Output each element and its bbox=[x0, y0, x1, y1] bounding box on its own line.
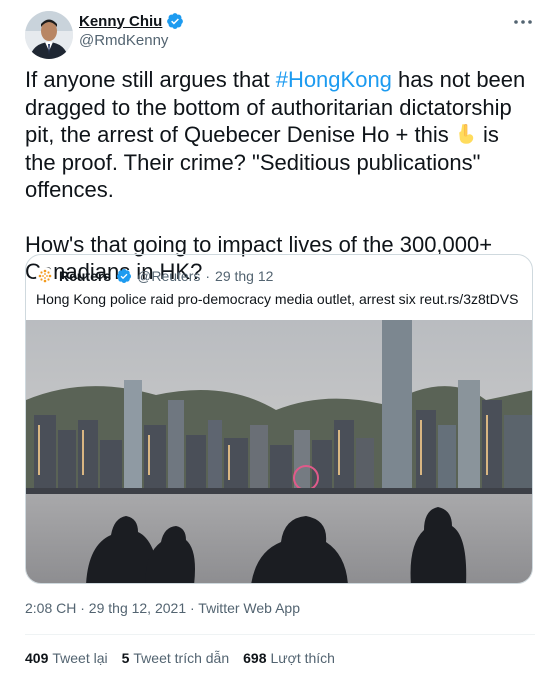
quoted-tweet-header: Reuters @Reuters · 29 thg 12 bbox=[36, 267, 273, 285]
quote-tweets-stat[interactable]: 5 Tweet trích dẫn bbox=[122, 650, 230, 666]
author-name-row: Kenny Chiu bbox=[79, 12, 184, 30]
verified-badge-icon bbox=[167, 13, 184, 29]
reuters-logo-icon bbox=[36, 267, 54, 285]
quoted-tweet[interactable]: Reuters @Reuters · 29 thg 12 Hong Kong p… bbox=[25, 254, 533, 584]
avatar[interactable] bbox=[25, 11, 73, 59]
retweets-label: Tweet lại bbox=[52, 650, 108, 666]
tweet-card: Kenny Chiu @RmdKenny If anyone still arg… bbox=[0, 0, 557, 676]
pointing-down-emoji-icon bbox=[459, 124, 474, 144]
tweet-timestamp[interactable]: 2:08 CH · 29 thg 12, 2021 · Twitter Web … bbox=[25, 600, 300, 616]
retweets-stat[interactable]: 409 Tweet lại bbox=[25, 650, 108, 666]
tweet-paragraph-1: If anyone still argues that #HongKong ha… bbox=[25, 66, 535, 204]
likes-stat[interactable]: 698 Lượt thích bbox=[243, 650, 335, 666]
quoted-author-name: Reuters bbox=[59, 268, 112, 284]
verified-badge-icon bbox=[117, 269, 132, 283]
avatar-image bbox=[25, 11, 73, 59]
likes-count: 698 bbox=[243, 650, 267, 666]
engagement-stats: 409 Tweet lại 5 Tweet trích dẫn 698 Lượt… bbox=[25, 650, 335, 666]
separator-dot: · bbox=[205, 268, 211, 284]
likes-label: Lượt thích bbox=[270, 650, 335, 666]
hong-kong-skyline-photo[interactable] bbox=[26, 320, 533, 584]
author-handle[interactable]: @RmdKenny bbox=[79, 32, 168, 49]
retweets-count: 409 bbox=[25, 650, 49, 666]
tweet-text-segment: If anyone still argues that bbox=[25, 67, 276, 92]
quoted-author-handle: @Reuters bbox=[137, 268, 201, 284]
quoted-tweet-text: Hong Kong police raid pro-democracy medi… bbox=[36, 291, 519, 307]
quotes-label: Tweet trích dẫn bbox=[133, 650, 230, 666]
author-name[interactable]: Kenny Chiu bbox=[79, 13, 162, 30]
more-options-icon[interactable] bbox=[511, 10, 535, 34]
hashtag-link[interactable]: #HongKong bbox=[276, 67, 392, 92]
quoted-date: 29 thg 12 bbox=[215, 268, 274, 284]
quotes-count: 5 bbox=[121, 650, 130, 666]
divider bbox=[25, 634, 535, 635]
